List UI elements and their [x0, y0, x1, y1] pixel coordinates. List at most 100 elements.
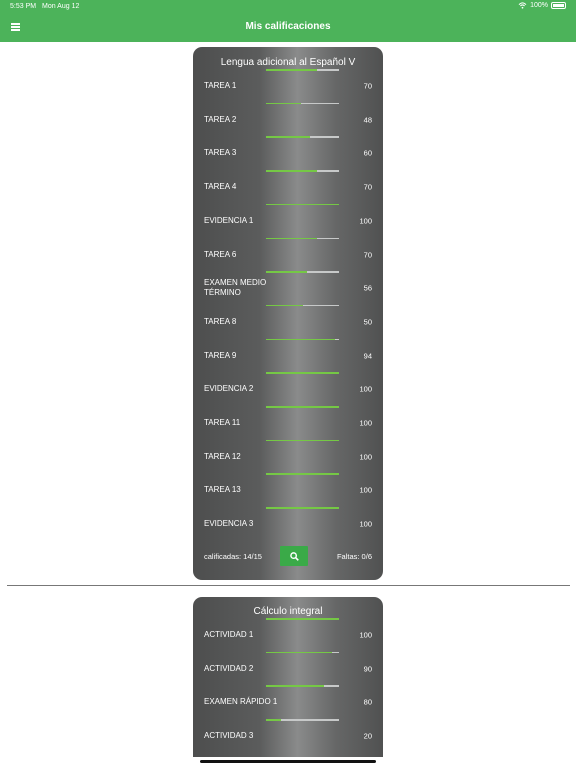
grade-label: TAREA 4 [204, 182, 237, 192]
grade-progress-fill [266, 439, 339, 442]
grade-progress-fill [266, 136, 310, 138]
grade-row: ACTIVIDAD 3 20 [193, 719, 383, 751]
course-title: Lengua adicional al Español V [220, 57, 356, 68]
grade-label: TAREA 9 [204, 350, 237, 360]
grade-row: EVIDENCIA 2 100 [193, 372, 383, 404]
grade-score: 90 [363, 664, 372, 674]
grade-score: 20 [363, 731, 372, 741]
grade-progress-bar [266, 271, 339, 273]
grade-row: ACTIVIDAD 1 100 [193, 618, 383, 650]
grade-progress-bar [266, 685, 339, 687]
grade-score: 70 [363, 250, 372, 259]
grade-progress-bar [266, 473, 339, 475]
grade-progress-bar [266, 237, 339, 239]
grade-progress-fill [266, 69, 318, 71]
grade-score: 100 [359, 216, 372, 226]
grade-progress-bar [266, 69, 339, 71]
grade-progress-bar [266, 136, 339, 138]
grade-progress-fill [266, 372, 339, 374]
search-icon [289, 551, 299, 561]
grade-label: TAREA 11 [204, 418, 241, 427]
grade-score: 100 [359, 384, 372, 394]
grade-score: 100 [359, 485, 372, 495]
grade-progress-fill [266, 237, 318, 239]
grade-progress-fill [266, 203, 339, 206]
grade-label: TAREA 12 [204, 451, 241, 461]
battery-icon [551, 2, 566, 9]
grade-row: TAREA 2 48 [193, 102, 383, 135]
grade-progress-bar [266, 170, 339, 172]
grade-label: TAREA 8 [204, 316, 237, 326]
absences-count: Faltas: 0/6 [336, 552, 372, 561]
status-right: 100% [518, 2, 566, 9]
grade-row: TAREA 6 70 [193, 237, 383, 270]
grade-score: 100 [359, 452, 372, 462]
grade-progress-bar [266, 338, 339, 341]
grade-progress-fill [266, 685, 325, 687]
grade-score: 70 [363, 81, 372, 91]
grade-row: TAREA 8 50 [193, 304, 383, 337]
grade-label: TAREA 13 [204, 485, 241, 495]
grade-row: TAREA 12 100 [193, 439, 383, 472]
grade-label: EXAMEN MEDIO TÉRMINO [204, 278, 267, 298]
grade-row: TAREA 9 94 [193, 338, 383, 371]
grade-progress-bar [266, 406, 339, 408]
grade-score: 100 [359, 630, 372, 640]
battery-percent: 100% [530, 2, 548, 9]
card-footer: calificadas: 14/15 Faltas: 0/6 [193, 546, 383, 568]
grade-progress-fill [266, 102, 302, 105]
grade-progress-fill [266, 507, 339, 509]
grade-progress-bar [266, 439, 339, 442]
grade-progress-fill [266, 304, 303, 307]
grade-progress-fill [266, 651, 332, 654]
grade-progress-fill [266, 338, 335, 341]
grade-row: EVIDENCIA 3 100 [193, 507, 383, 539]
grade-score: 70 [363, 182, 372, 192]
grade-label: TAREA 6 [204, 249, 237, 259]
grade-row: EXAMEN RÁPIDO 1 80 [193, 685, 383, 717]
grade-progress-fill [266, 473, 339, 475]
search-button[interactable] [280, 546, 308, 566]
grade-score: 100 [359, 519, 372, 529]
grade-row: ACTIVIDAD 2 90 [193, 651, 383, 684]
status-bar: 5:53 PM Mon Aug 12 100% [0, 0, 576, 14]
grade-label: ACTIVIDAD 1 [204, 630, 254, 639]
grade-score: 100 [359, 418, 372, 428]
wifi-icon [518, 2, 527, 9]
course-card: Cálculo integral ACTIVIDAD 1 100 ACTIVIDAD… [193, 597, 383, 757]
grade-progress-fill [266, 618, 339, 620]
grade-label: ACTIVIDAD 2 [204, 663, 254, 673]
grade-progress-fill [266, 170, 318, 172]
header-bar: Mis calificaciones [0, 14, 576, 42]
grade-score: 80 [363, 697, 372, 707]
grade-label: TAREA 1 [204, 81, 237, 90]
grade-label: ACTIVIDAD 3 [204, 731, 254, 741]
grade-score: 50 [363, 317, 372, 327]
course-card: Lengua adicional al Español V TAREA 1 70 T… [193, 47, 383, 580]
grade-progress-bar [266, 719, 339, 721]
grade-row: EVIDENCIA 1 100 [193, 203, 383, 236]
grade-progress-fill [266, 719, 281, 721]
grade-progress-bar [266, 618, 339, 620]
grade-progress-bar [266, 651, 339, 654]
grade-row: TAREA 11 100 [193, 406, 383, 438]
grade-progress-fill [266, 271, 307, 273]
grade-progress-bar [266, 304, 339, 307]
grade-label: EVIDENCIA 2 [204, 384, 254, 394]
grade-row: TAREA 4 70 [193, 170, 383, 202]
status-date: Mon Aug 12 [42, 3, 80, 10]
status-time: 5:53 PM [10, 3, 37, 10]
grade-label: TAREA 3 [204, 148, 237, 158]
grade-label: EVIDENCIA 3 [204, 519, 254, 529]
page-title: Mis calificaciones [245, 21, 331, 32]
grade-progress-bar [266, 102, 339, 105]
grade-progress-bar [266, 507, 339, 509]
grade-label: TAREA 2 [204, 114, 237, 124]
grade-score: 56 [363, 283, 372, 293]
grade-score: 94 [363, 351, 372, 361]
grade-row: TAREA 3 60 [193, 136, 383, 168]
home-indicator [200, 760, 376, 763]
grade-label: EVIDENCIA 1 [204, 215, 254, 225]
grade-score: 60 [363, 148, 372, 158]
divider [7, 585, 570, 586]
